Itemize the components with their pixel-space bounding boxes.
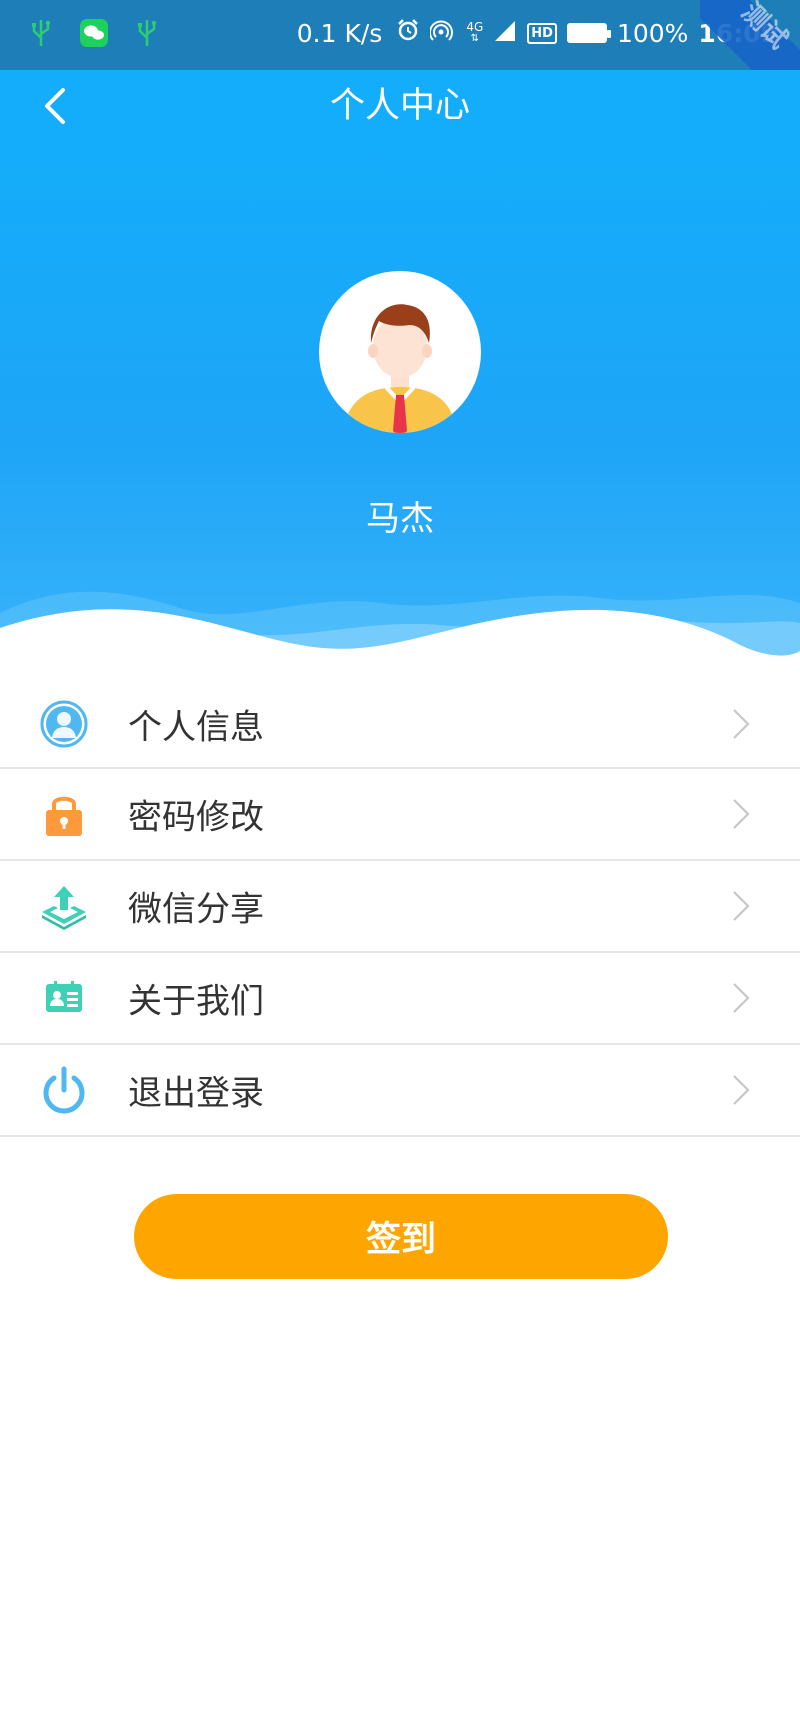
chevron-right-icon xyxy=(733,799,750,829)
menu-item-label: 密码修改 xyxy=(128,797,264,838)
wave-decoration xyxy=(0,591,800,683)
usb-icon xyxy=(30,18,52,48)
usb-icon xyxy=(136,18,158,48)
menu-item-logout[interactable]: 退出登录 xyxy=(0,1045,800,1137)
user-info-icon xyxy=(40,700,88,747)
chevron-right-icon xyxy=(733,708,750,739)
battery-icon xyxy=(566,23,611,43)
menu-item-label: 个人信息 xyxy=(128,707,264,747)
menu-item-wechat-share[interactable]: 微信分享 xyxy=(0,861,800,953)
share-upload-icon xyxy=(42,886,86,930)
menu-item-personal-info[interactable]: 个人信息 xyxy=(0,680,800,769)
id-card-icon xyxy=(46,981,82,1012)
status-indicators: 0.1 K/s 4G ⇅ HD 100% 16:09 xyxy=(297,18,778,48)
menu-item-label: 关于我们 xyxy=(128,981,264,1022)
menu-list: 个人信息 密码修改 微信分享 关于我们 退出登录 xyxy=(0,680,800,1137)
menu-item-label: 退出登录 xyxy=(128,1073,264,1114)
hd-icon: HD xyxy=(527,22,557,44)
menu-item-about-us[interactable]: 关于我们 xyxy=(0,953,800,1045)
profile-banner: 马杰 xyxy=(0,143,800,683)
hotspot-icon xyxy=(429,18,456,48)
avatar[interactable] xyxy=(319,271,481,433)
user-avatar-icon xyxy=(343,304,457,433)
user-name: 马杰 xyxy=(366,499,434,539)
power-icon xyxy=(43,1066,85,1114)
wechat-icon xyxy=(80,19,108,47)
chevron-right-icon xyxy=(733,1075,750,1105)
clock: 16:09 xyxy=(698,18,778,48)
battery-percent: 100% xyxy=(616,18,689,48)
page-title: 个人中心 xyxy=(329,86,470,126)
signal-icon xyxy=(493,19,517,48)
chevron-right-icon xyxy=(733,891,750,921)
alarm-icon xyxy=(396,18,420,48)
menu-item-label: 微信分享 xyxy=(128,889,264,930)
app-header: 个人中心 xyxy=(0,70,800,143)
menu-item-change-password[interactable]: 密码修改 xyxy=(0,769,800,861)
network-type-icon: 4G ⇅ xyxy=(466,20,484,44)
lock-icon xyxy=(46,796,82,836)
signin-button[interactable]: 签到 xyxy=(134,1194,668,1279)
network-speed: 0.1 K/s xyxy=(296,18,383,48)
chevron-right-icon xyxy=(733,983,750,1013)
status-bar: 0.1 K/s 4G ⇅ HD 100% 16:09 测试 xyxy=(0,0,800,100)
status-notifications xyxy=(30,18,158,48)
